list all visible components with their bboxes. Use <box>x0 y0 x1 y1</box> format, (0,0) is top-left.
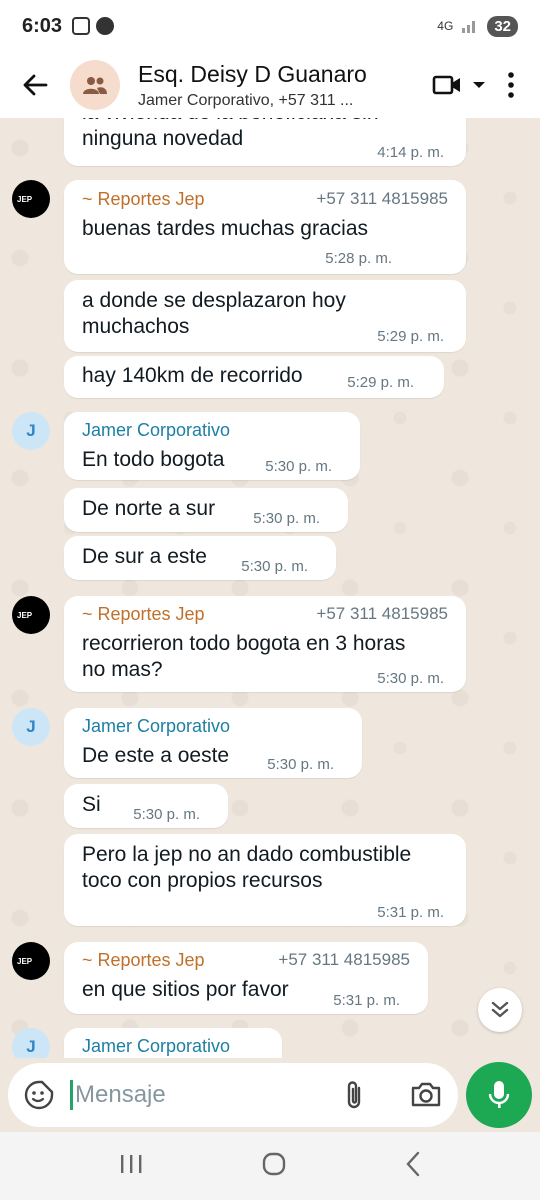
more-vert-icon <box>508 72 514 98</box>
sticker-icon <box>24 1080 54 1110</box>
camera-button[interactable] <box>410 1079 442 1114</box>
message-time: 5:30 p. m. <box>241 558 308 575</box>
double-chevron-down-icon <box>491 1001 509 1018</box>
message-time: 5:30 p. m. <box>133 806 200 823</box>
message-time: 5:29 p. m. <box>377 328 444 345</box>
microphone-icon <box>488 1081 510 1108</box>
sender-avatar[interactable]: J <box>12 412 50 450</box>
chat-info[interactable]: Esq. Deisy D Guanaro Jamer Corporativo, … <box>138 61 388 110</box>
sender-name[interactable]: ~ Reportes Jep <box>82 604 205 625</box>
sender-avatar[interactable]: JEP <box>12 180 50 218</box>
chat-participants: Jamer Corporativo, +57 311 ... <box>138 91 354 109</box>
account-icon <box>96 17 115 35</box>
status-time: 6:03 <box>22 14 63 37</box>
status-bar: 6:03 4G 32 <box>0 0 540 52</box>
camera-icon <box>411 1082 441 1107</box>
home-icon <box>262 1152 286 1175</box>
message-time: 5:30 p. m. <box>267 756 334 773</box>
sender-name[interactable]: ~ Reportes Jep <box>82 950 205 971</box>
message-time: 5:31 p. m. <box>333 992 400 1009</box>
message-time: 5:31 p. m. <box>377 904 444 921</box>
message-time: 5:30 p. m. <box>377 670 444 687</box>
system-nav-bar <box>0 1132 540 1200</box>
paperclip-icon <box>347 1081 361 1109</box>
sender-avatar[interactable]: JEP <box>12 942 50 980</box>
message-time: 5:30 p. m. <box>253 510 320 527</box>
message-bubble[interactable]: Jamer Corporativo En todo bogota 5:30 p.… <box>64 412 360 480</box>
sender-name[interactable]: Jamer Corporativo <box>82 1036 230 1057</box>
home-button[interactable] <box>261 1151 287 1182</box>
message-bubble[interactable]: ~ Reportes Jep +57 311 4815985 recorrier… <box>64 596 466 692</box>
chevron-down-icon <box>473 82 485 88</box>
message-text: buenas tardes muchas gracias <box>82 217 368 240</box>
group-avatar[interactable] <box>70 60 120 110</box>
composer: Mensaje <box>0 1058 540 1132</box>
back-button[interactable] <box>0 52 70 118</box>
scroll-to-bottom-button[interactable] <box>478 988 522 1032</box>
sender-avatar[interactable]: JEP <box>12 596 50 634</box>
recent-apps-button[interactable] <box>118 1153 144 1180</box>
message-time: 5:29 p. m. <box>347 374 414 391</box>
sender-avatar[interactable]: J <box>12 708 50 746</box>
video-camera-icon <box>432 75 460 95</box>
system-back-button[interactable] <box>404 1151 422 1182</box>
message-bubble[interactable]: ~ Reportes Jep +57 311 4815985 buenas ta… <box>64 180 466 274</box>
message-bubble[interactable]: De norte a sur 5:30 p. m. <box>64 488 348 532</box>
message-bubble[interactable]: Si 5:30 p. m. <box>64 784 228 828</box>
sender-name[interactable]: Jamer Corporativo <box>82 716 230 737</box>
arrow-left-icon <box>23 74 48 96</box>
message-text: Pero la jep no an dado combustible toco … <box>82 843 412 892</box>
message-input[interactable]: Mensaje <box>70 1080 166 1110</box>
video-call-button[interactable] <box>432 74 486 96</box>
sender-phone: +57 311 4815985 <box>316 189 448 208</box>
voice-record-button[interactable] <box>466 1062 532 1128</box>
message-time: 5:30 p. m. <box>265 458 332 475</box>
sender-phone: +57 311 4815985 <box>316 604 448 623</box>
message-bubble[interactable]: hay 140km de recorrido 5:29 p. m. <box>64 356 444 398</box>
chat-header: Esq. Deisy D Guanaro Jamer Corporativo, … <box>0 52 540 118</box>
signal-icon <box>462 21 476 33</box>
network-label: 4G <box>437 19 454 33</box>
sender-avatar[interactable]: J <box>12 1028 50 1058</box>
recents-icon <box>121 1154 142 1173</box>
attach-button[interactable] <box>342 1079 368 1116</box>
sticker-button[interactable] <box>8 1080 70 1110</box>
chevron-left-icon <box>406 1151 419 1176</box>
message-bubble[interactable]: Jamer Corporativo <box>64 1028 282 1058</box>
message-time: 5:28 p. m. <box>325 250 392 267</box>
chat-messages[interactable]: la vivienda de la beneficiaria sin ningu… <box>0 118 540 1058</box>
more-options-button[interactable] <box>496 72 526 98</box>
screenshot-icon <box>72 17 91 35</box>
sender-name[interactable]: Jamer Corporativo <box>82 420 230 441</box>
message-bubble[interactable]: De sur a este 5:30 p. m. <box>64 536 336 580</box>
message-bubble[interactable]: ~ Reportes Jep +57 311 4815985 en que si… <box>64 942 428 1014</box>
message-time: 4:14 p. m. <box>377 144 444 161</box>
sender-name[interactable]: ~ Reportes Jep <box>82 189 205 210</box>
sender-phone: +57 311 4815985 <box>278 950 410 969</box>
chat-title: Esq. Deisy D Guanaro <box>138 60 367 87</box>
message-bubble[interactable]: a donde se desplazaron hoy muchachos 5:2… <box>64 280 466 352</box>
message-input-box[interactable]: Mensaje <box>8 1063 458 1127</box>
message-bubble[interactable]: la vivienda de la beneficiaria sin ningu… <box>64 118 466 166</box>
battery-badge: 32 <box>487 15 518 37</box>
group-icon <box>83 77 107 94</box>
message-bubble[interactable]: Jamer Corporativo De este a oeste 5:30 p… <box>64 708 362 778</box>
message-bubble[interactable]: Pero la jep no an dado combustible toco … <box>64 834 466 926</box>
